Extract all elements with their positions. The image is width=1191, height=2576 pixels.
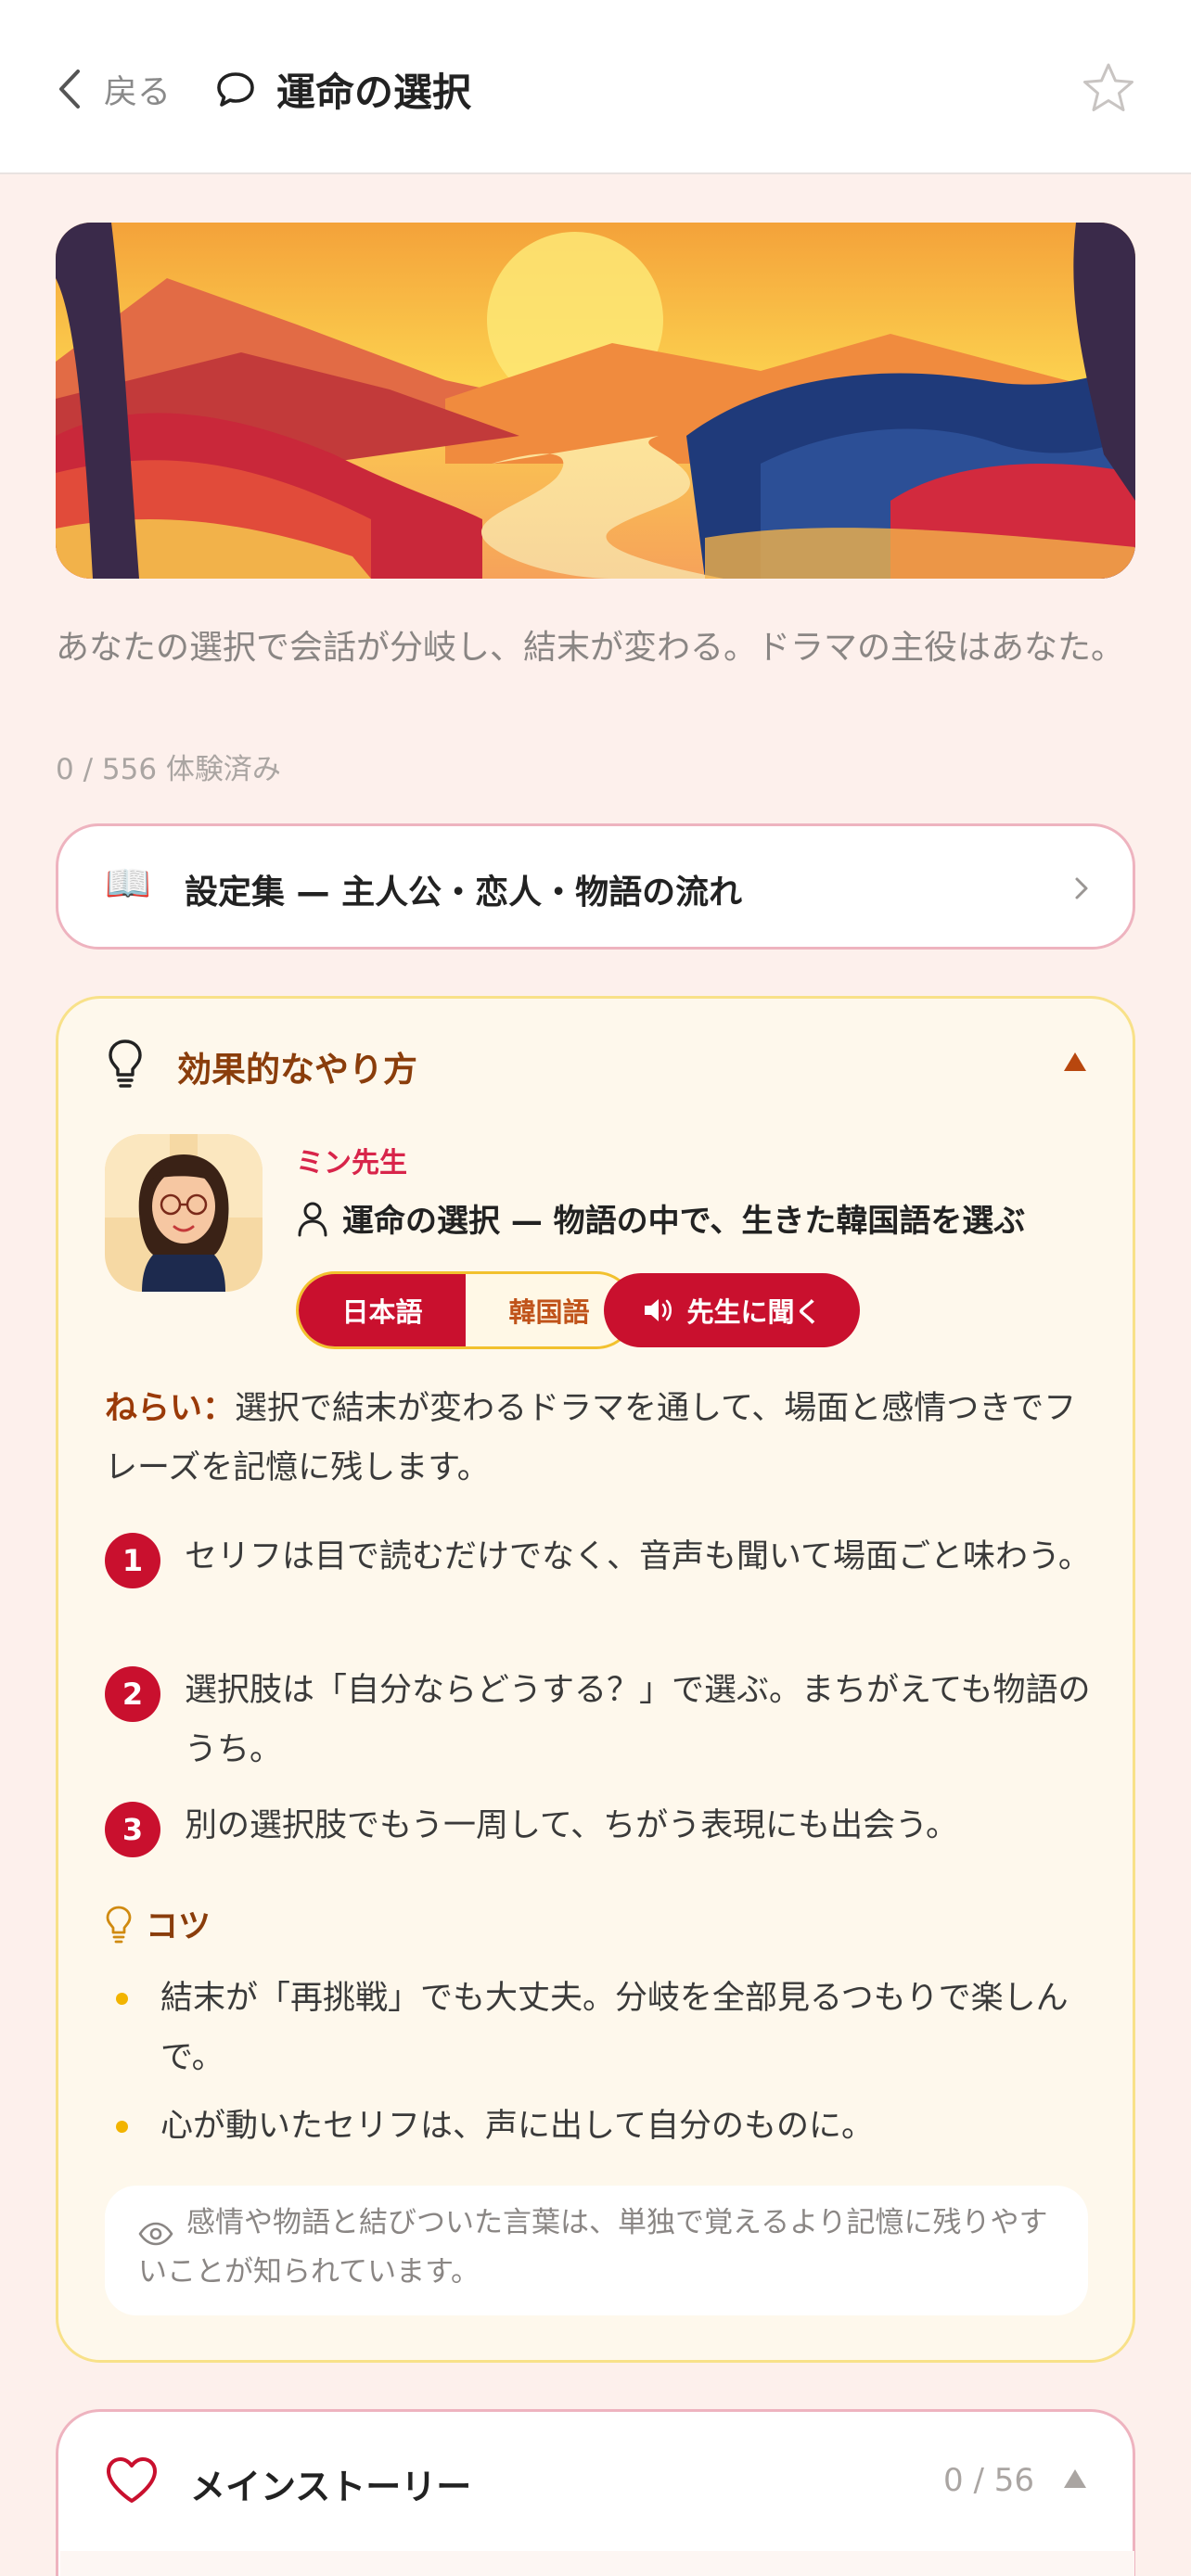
back-button[interactable]: 戻る [56, 61, 171, 117]
language-toggle: 日本語 韓国語 [296, 1271, 635, 1349]
lesson-title-row: 運命の選択 — 物語の中で、生きた韓国語を選ぶ [296, 1195, 1025, 1241]
tips-card: 効果的なやり方 ミン先生 運命の選択 — 物語の中で、生きた韓国語を選ぶ 日本語… [56, 996, 1135, 2363]
kotsu-text: 心が動いたセリフは、声に出して自分のものに。 [160, 2108, 874, 2145]
teacher-name: ミン先生 [296, 1147, 407, 1180]
step-number: 3 [105, 1802, 160, 1857]
person-icon [298, 1202, 327, 1236]
goal-body: 選択で結末が変わるドラマを通して、場面と感情つきでフレーズを記憶に残します。 [105, 1390, 1077, 1486]
step-number: 2 [105, 1666, 160, 1722]
triangle-up-icon [1064, 2469, 1086, 2488]
settings-link-card[interactable]: 📖 設定集 — 主人公・恋人・物語の流れ [56, 823, 1135, 950]
lightbulb-icon [109, 1039, 142, 1088]
chevron-right-icon [1075, 877, 1088, 899]
bullet-dot [116, 1993, 128, 2005]
hero-illustration [56, 223, 1135, 579]
kotsu-header: コツ [105, 1900, 211, 1947]
note-text: 感情や物語と結びついた言葉は、単独で覚えるより記憶に残りやすいことが知られていま… [138, 2206, 1048, 2289]
star-outline-icon[interactable] [1082, 61, 1135, 115]
speaker-icon [645, 1299, 672, 1321]
kotsu-title: コツ [146, 1908, 211, 1945]
goal-text: ねらい：選択で結末が変わるドラマを通して、場面と感情つきでフレーズを記憶に残しま… [105, 1379, 1097, 1498]
step-text: 別の選択肢でもう一周して、ちがう表現にも出会う。 [185, 1807, 959, 1844]
tips-title: 効果的なやり方 [177, 1050, 417, 1090]
teacher-avatar [105, 1134, 263, 1292]
description: あなたの選択で会話が分岐し、結末が変わる。ドラマの主役はあなた。 [56, 629, 1125, 667]
main-story-card: メインストーリー 0 / 56 [56, 2409, 1135, 2576]
step-number: 1 [105, 1533, 160, 1588]
main-story-count: 0 / 56 [943, 2462, 1034, 2499]
ask-teacher-button[interactable]: 先生に聞く [604, 1273, 860, 1347]
info-note: 感情や物語と結びついた言葉は、単独で覚えるより記憶に残りやすいことが知られていま… [105, 2186, 1088, 2315]
lang-option-japanese[interactable]: 日本語 [299, 1274, 466, 1346]
bullet-dot [116, 2121, 128, 2133]
book-icon: 📖 [105, 862, 151, 905]
lesson-title: 運命の選択 — 物語の中で、生きた韓国語を選ぶ [342, 1203, 1026, 1240]
settings-link-label: 設定集 — 主人公・恋人・物語の流れ [185, 874, 743, 912]
ask-teacher-label: 先生に聞く [686, 1296, 822, 1328]
tips-header-toggle[interactable]: 効果的なやり方 [58, 999, 1133, 1129]
goal-label: ねらい： [105, 1390, 236, 1427]
main-story-title: メインストーリー [190, 2467, 472, 2507]
triangle-up-icon [1064, 1052, 1086, 1071]
main-story-toggle[interactable]: メインストーリー 0 / 56 [58, 2412, 1133, 2551]
page-title-group: 運命の選択 [215, 59, 471, 119]
kotsu-text: 結末が「再挑戦」でも大丈夫。分岐を全部見るつもりで楽しんで。 [160, 1980, 1069, 2076]
back-label: 戻る [104, 73, 172, 111]
page-title: 運命の選択 [276, 69, 472, 115]
step-text: セリフは目で読むだけでなく、音声も聞いて場面ごと味わう。 [185, 1538, 1091, 1575]
progress-text: 0 / 556 体験済み [56, 753, 281, 786]
app-header: 戻る 運命の選択 [0, 0, 1191, 174]
chevron-left-icon [59, 70, 80, 108]
lightbulb-icon [106, 1906, 132, 1943]
step-text: 選択肢は「自分ならどうする？」で選ぶ。まちがえても物語のうち。 [185, 1672, 1091, 1768]
heart-outline-icon [107, 2457, 157, 2503]
main-story-body [60, 2551, 1134, 2576]
chat-bubble-icon [217, 72, 254, 107]
